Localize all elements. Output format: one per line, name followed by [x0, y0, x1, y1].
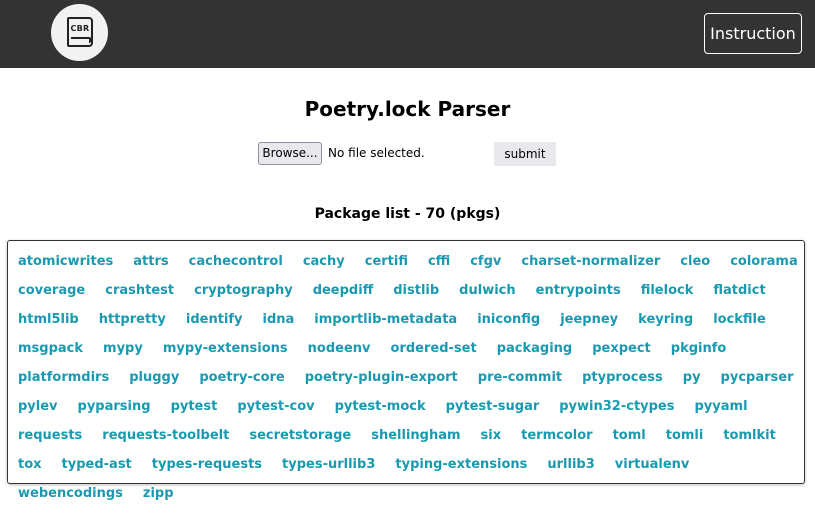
- package-link[interactable]: pkginfo: [671, 340, 727, 358]
- package-link[interactable]: tomlkit: [723, 427, 775, 445]
- submit-button[interactable]: submit: [494, 142, 556, 166]
- package-link[interactable]: cffi: [428, 253, 450, 271]
- package-link[interactable]: six: [481, 427, 502, 445]
- package-link[interactable]: pexpect: [592, 340, 651, 358]
- file-status-text: No file selected.: [328, 146, 425, 160]
- package-link[interactable]: importlib-metadata: [314, 311, 457, 329]
- book-icon: CBR: [67, 17, 93, 47]
- package-link[interactable]: termcolor: [521, 427, 592, 445]
- package-link[interactable]: ordered-set: [391, 340, 477, 358]
- package-link[interactable]: pytest-mock: [335, 398, 426, 416]
- browse-button[interactable]: Browse...: [258, 142, 322, 165]
- package-link[interactable]: atomicwrites: [18, 253, 113, 271]
- package-link[interactable]: cfgv: [470, 253, 501, 271]
- package-link[interactable]: pluggy: [129, 369, 179, 387]
- package-link[interactable]: pre-commit: [478, 369, 562, 387]
- package-link[interactable]: cachy: [303, 253, 345, 271]
- package-link[interactable]: typed-ast: [62, 456, 132, 474]
- package-link[interactable]: urllib3: [547, 456, 594, 474]
- package-link[interactable]: webencodings: [18, 485, 123, 503]
- package-link[interactable]: pyyaml: [695, 398, 748, 416]
- package-link[interactable]: certifi: [365, 253, 408, 271]
- package-link[interactable]: mypy: [103, 340, 143, 358]
- package-link[interactable]: flatdict: [713, 282, 765, 300]
- top-navbar: CBR Instruction: [0, 0, 815, 68]
- page-title: Poetry.lock Parser: [304, 97, 511, 121]
- package-link[interactable]: deepdiff: [313, 282, 374, 300]
- logo-text: CBR: [70, 24, 90, 33]
- package-link[interactable]: pycparser: [721, 369, 794, 387]
- logo[interactable]: CBR: [51, 4, 108, 61]
- package-link[interactable]: types-urllib3: [282, 456, 375, 474]
- package-link[interactable]: cleo: [680, 253, 710, 271]
- package-link[interactable]: pylev: [18, 398, 58, 416]
- package-list-heading: Package list - 70 (pkgs): [314, 206, 501, 222]
- package-link[interactable]: idna: [263, 311, 295, 329]
- package-link[interactable]: mypy-extensions: [163, 340, 288, 358]
- instruction-button[interactable]: Instruction: [704, 13, 802, 54]
- package-link[interactable]: pytest-cov: [237, 398, 314, 416]
- package-link[interactable]: lockfile: [713, 311, 766, 329]
- package-link[interactable]: pytest: [171, 398, 218, 416]
- package-link[interactable]: identify: [186, 311, 243, 329]
- package-link[interactable]: dulwich: [459, 282, 515, 300]
- package-link[interactable]: html5lib: [18, 311, 79, 329]
- package-link[interactable]: entrypoints: [536, 282, 621, 300]
- package-link[interactable]: platformdirs: [18, 369, 109, 387]
- package-list-box: atomicwrites attrs cachecontrol cachy certif…: [7, 240, 805, 501]
- package-link[interactable]: iniconfig: [477, 311, 540, 329]
- package-link[interactable]: colorama: [730, 253, 798, 271]
- package-link[interactable]: secretstorage: [249, 427, 351, 445]
- package-link[interactable]: zipp: [143, 485, 174, 503]
- package-link[interactable]: requests: [18, 427, 82, 445]
- package-link[interactable]: coverage: [18, 282, 85, 300]
- package-link[interactable]: requests-toolbelt: [102, 427, 229, 445]
- package-link[interactable]: virtualenv: [615, 456, 690, 474]
- package-link[interactable]: jeepney: [560, 311, 618, 329]
- package-link[interactable]: cryptography: [194, 282, 293, 300]
- package-link[interactable]: py: [683, 369, 701, 387]
- package-link[interactable]: shellingham: [371, 427, 460, 445]
- package-link[interactable]: filelock: [641, 282, 694, 300]
- package-link[interactable]: attrs: [133, 253, 168, 271]
- package-link[interactable]: nodeenv: [308, 340, 371, 358]
- package-link[interactable]: tomli: [666, 427, 704, 445]
- package-link[interactable]: pyparsing: [78, 398, 151, 416]
- package-link[interactable]: charset-normalizer: [521, 253, 660, 271]
- package-link[interactable]: cachecontrol: [189, 253, 283, 271]
- package-link[interactable]: pywin32-ctypes: [559, 398, 674, 416]
- package-link[interactable]: typing-extensions: [395, 456, 527, 474]
- package-link[interactable]: pytest-sugar: [446, 398, 540, 416]
- package-link[interactable]: types-requests: [152, 456, 262, 474]
- package-link[interactable]: poetry-plugin-export: [305, 369, 458, 387]
- package-link[interactable]: toml: [613, 427, 646, 445]
- package-link[interactable]: crashtest: [105, 282, 174, 300]
- package-link[interactable]: packaging: [497, 340, 573, 358]
- package-link[interactable]: msgpack: [18, 340, 83, 358]
- package-link[interactable]: distlib: [393, 282, 439, 300]
- package-link[interactable]: httpretty: [99, 311, 166, 329]
- package-link[interactable]: keyring: [638, 311, 693, 329]
- package-link[interactable]: tox: [18, 456, 42, 474]
- package-link[interactable]: poetry-core: [199, 369, 284, 387]
- package-link[interactable]: ptyprocess: [582, 369, 663, 387]
- package-list: atomicwrites attrs cachecontrol cachy certif…: [18, 253, 798, 503]
